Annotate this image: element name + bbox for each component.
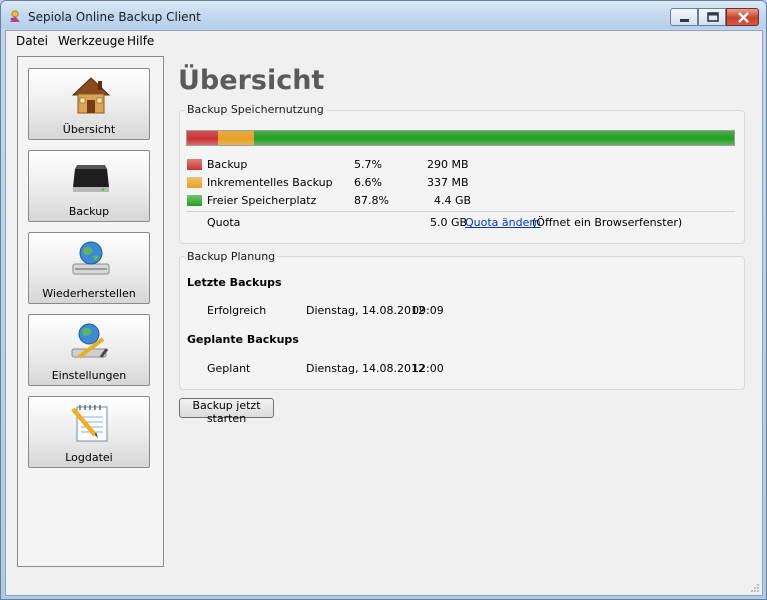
sidebar-item-label: Logdatei — [65, 451, 113, 464]
menu-werkzeuge[interactable]: Werkzeuge — [58, 34, 125, 48]
last-backup-status: Erfolgreich — [207, 304, 267, 317]
start-backup-button[interactable]: Backup jetzt starten — [179, 398, 274, 425]
settings-globe-icon — [71, 323, 109, 359]
change-quota-link[interactable]: Quota ändern — [465, 216, 541, 229]
page-title: Übersicht — [178, 65, 325, 96]
notepad-icon — [71, 405, 108, 442]
usage-bar-incremental-segment — [218, 131, 254, 145]
usage-row-percent: 6.6% — [354, 176, 382, 189]
app-logo-icon — [10, 10, 20, 22]
globe-drive-icon — [72, 241, 110, 275]
planned-backup-date: Dienstag, 14.08.2012 — [306, 362, 426, 375]
sidebar-item-settings[interactable]: Einstellungen — [28, 314, 150, 386]
legend-swatch-free — [187, 195, 202, 206]
usage-row-size: 337 MB — [427, 176, 469, 189]
house-icon — [71, 77, 111, 114]
minimize-button[interactable] — [670, 8, 698, 26]
last-backup-date: Dienstag, 14.08.2012 — [306, 304, 426, 317]
usage-row-name: Inkrementelles Backup — [207, 176, 333, 189]
quota-value: 5.0 GB — [430, 216, 468, 229]
sidebar-item-log[interactable]: Logdatei — [28, 396, 150, 468]
usage-row-size: 290 MB — [427, 158, 469, 171]
usage-row-name: Freier Speicherplatz — [207, 194, 317, 207]
menu-bar: Datei Werkzeuge Hilfe — [6, 31, 762, 50]
schedule-group-label: Backup Planung — [185, 250, 278, 263]
window-title: Sepiola Online Backup Client — [28, 10, 201, 24]
usage-row-percent: 87.8% — [354, 194, 389, 207]
legend-swatch-incremental — [187, 177, 202, 188]
sidebar-item-label: Einstellungen — [51, 369, 127, 382]
last-backups-heading: Letzte Backups — [187, 276, 282, 289]
maximize-button[interactable] — [698, 8, 726, 26]
quota-note: (Öffnet ein Browserfenster) — [532, 216, 683, 229]
legend-swatch-backup — [187, 159, 202, 170]
sidebar-item-label: Backup — [68, 205, 110, 218]
app-window: Sepiola Online Backup Client Datei Werkz… — [0, 0, 767, 600]
resize-grip-icon[interactable] — [750, 583, 760, 593]
usage-bar-free-segment — [254, 131, 734, 145]
usage-divider — [186, 211, 735, 212]
planned-backups-heading: Geplante Backups — [187, 333, 299, 346]
usage-row-name: Backup — [207, 158, 248, 171]
close-button[interactable] — [726, 8, 759, 26]
last-backup-time: 09:09 — [412, 304, 444, 317]
usage-row-size: 4.4 GB — [434, 194, 472, 207]
planned-backup-time: 12:00 — [412, 362, 444, 375]
sidebar-item-restore[interactable]: Wiederherstellen — [28, 232, 150, 304]
menu-hilfe[interactable]: Hilfe — [127, 34, 154, 48]
sidebar-item-backup[interactable]: Backup — [28, 150, 150, 222]
planned-backup-status: Geplant — [207, 362, 251, 375]
close-icon — [738, 12, 749, 23]
minimize-icon — [680, 19, 689, 22]
usage-group-label: Backup Speichernutzung — [185, 103, 326, 116]
hard-drive-icon — [73, 165, 109, 192]
maximize-icon — [707, 12, 719, 22]
quota-label: Quota — [207, 216, 241, 229]
sidebar-item-overview[interactable]: Übersicht — [28, 68, 150, 140]
usage-bar-backup-segment — [187, 131, 218, 145]
usage-bar — [186, 130, 735, 146]
sidebar-item-label: Wiederherstellen — [42, 287, 136, 300]
title-bar[interactable]: Sepiola Online Backup Client — [1, 1, 766, 29]
sidebar: Übersicht Backup Wiederherstellen Einste… — [17, 56, 164, 567]
sidebar-item-label: Übersicht — [62, 123, 116, 136]
usage-row-percent: 5.7% — [354, 158, 382, 171]
client-area: Datei Werkzeuge Hilfe Übersicht Backup W… — [5, 30, 763, 596]
menu-datei[interactable]: Datei — [16, 34, 48, 48]
